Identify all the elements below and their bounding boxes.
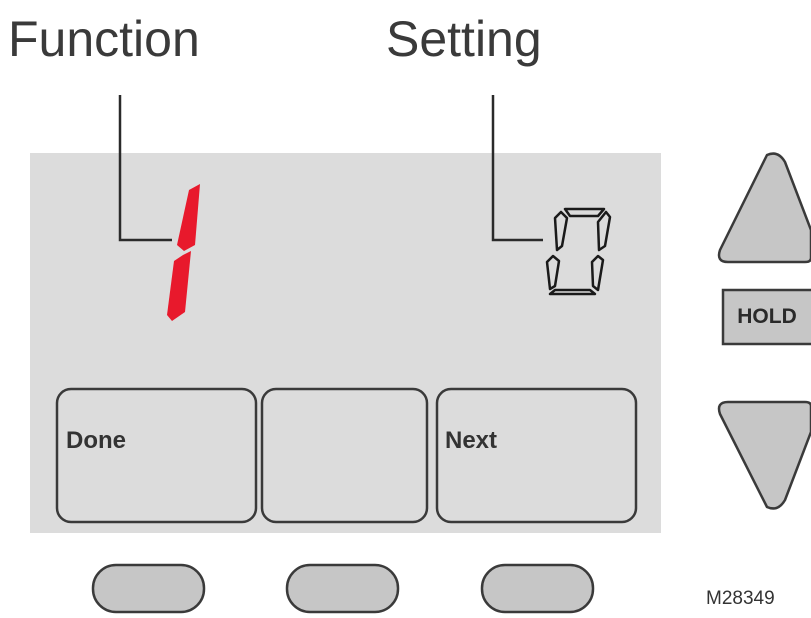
thermostat-diagram	[30, 95, 811, 614]
left-physical-button[interactable]	[91, 563, 206, 614]
soft-key-done[interactable]	[55, 387, 258, 524]
next-button-label: Next	[445, 427, 498, 454]
model-code: M28349	[706, 588, 775, 609]
right-physical-button[interactable]	[480, 563, 595, 614]
up-arrow-icon[interactable]	[717, 152, 811, 264]
down-arrow-icon[interactable]	[717, 400, 811, 510]
center-physical-button[interactable]	[285, 563, 400, 614]
hold-button-label: HOLD	[737, 305, 797, 328]
soft-key-next[interactable]	[435, 387, 638, 524]
soft-key-middle[interactable]	[260, 387, 429, 524]
done-button-label: Done	[66, 427, 126, 454]
